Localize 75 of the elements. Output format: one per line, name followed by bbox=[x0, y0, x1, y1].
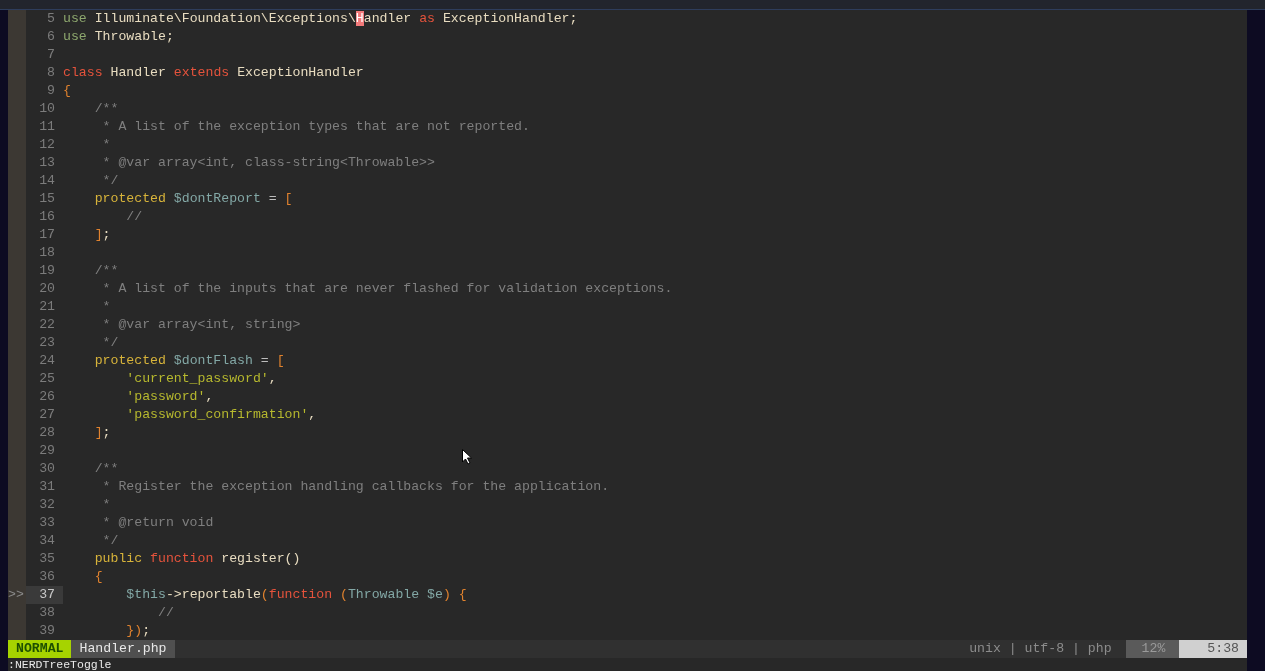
code-line: class Handler extends ExceptionHandler bbox=[63, 64, 364, 82]
line-number: 17 bbox=[38, 226, 55, 244]
code-line: }); bbox=[125, 622, 151, 640]
line-number: 26 bbox=[38, 388, 55, 406]
line-number: 11 bbox=[38, 118, 55, 136]
cursor-position: 5:38 bbox=[1179, 640, 1247, 658]
line-number: 18 bbox=[38, 244, 55, 262]
line-number: 15 bbox=[38, 190, 55, 208]
line-number: 22 bbox=[38, 316, 55, 334]
command-text: :NERDTreeToggle bbox=[8, 658, 112, 671]
code-line: protected $dontReport = [ bbox=[93, 190, 293, 208]
code-line: { bbox=[63, 82, 71, 100]
code-line: ]; bbox=[93, 424, 111, 442]
line-number: 27 bbox=[38, 406, 55, 424]
line-number: 30 bbox=[38, 460, 55, 478]
line-number: 38 bbox=[38, 604, 55, 622]
line-number: 37 bbox=[26, 586, 63, 604]
mouse-pointer-icon bbox=[462, 449, 472, 465]
code-line: * @var array<int, string> bbox=[101, 316, 301, 334]
line-number: 29 bbox=[38, 442, 55, 460]
code-line: /** bbox=[93, 100, 119, 118]
line-number: 35 bbox=[38, 550, 55, 568]
line-number: 13 bbox=[38, 154, 55, 172]
line-number: 12 bbox=[38, 136, 55, 154]
code-line: 'current_password', bbox=[125, 370, 277, 388]
code-line: // bbox=[125, 208, 143, 226]
line-number: 14 bbox=[38, 172, 55, 190]
code-line: */ bbox=[101, 172, 119, 190]
line-number: 39 bbox=[38, 622, 55, 640]
sign-marker: >> bbox=[8, 587, 24, 602]
code-line: */ bbox=[101, 334, 119, 352]
line-number: 34 bbox=[38, 532, 55, 550]
scroll-percent: 12% bbox=[1125, 640, 1180, 658]
code-line: * @return void bbox=[101, 514, 214, 532]
code-line: /** bbox=[93, 262, 119, 280]
code-line: ]; bbox=[93, 226, 111, 244]
line-number: 9 bbox=[46, 82, 55, 100]
line-number: 33 bbox=[38, 514, 55, 532]
mode-indicator: NORMAL bbox=[8, 640, 72, 658]
line-number: 32 bbox=[38, 496, 55, 514]
file-name: Handler.php bbox=[71, 640, 175, 658]
code-line: * bbox=[101, 136, 111, 154]
line-number: 20 bbox=[38, 280, 55, 298]
code-line: */ bbox=[101, 532, 119, 550]
line-number: 25 bbox=[38, 370, 55, 388]
code-line: * bbox=[101, 496, 111, 514]
line-number: 8 bbox=[46, 64, 55, 82]
line-number: 16 bbox=[38, 208, 55, 226]
code-line: /** bbox=[93, 460, 119, 478]
code-line: * @var array<int, class-string<Throwable>> bbox=[101, 154, 435, 172]
line-number: 24 bbox=[38, 352, 55, 370]
line-number: 7 bbox=[46, 46, 55, 64]
line-number: 6 bbox=[46, 28, 55, 46]
code-line: { bbox=[93, 568, 103, 586]
line-number: 23 bbox=[38, 334, 55, 352]
file-info: unix | utf-8 | php bbox=[968, 640, 1113, 658]
line-number: 31 bbox=[38, 478, 55, 496]
code-line: 'password', bbox=[125, 388, 214, 406]
code-line: public function register() bbox=[93, 550, 301, 568]
code-line: protected $dontFlash = [ bbox=[93, 352, 285, 370]
line-number: 36 bbox=[38, 568, 55, 586]
code-line: * Register the exception handling callbacks for the application. bbox=[101, 478, 610, 496]
code-line: // bbox=[156, 604, 174, 622]
line-number: 21 bbox=[38, 298, 55, 316]
code-line: 'password_confirmation', bbox=[125, 406, 317, 424]
code-line: use Throwable; bbox=[63, 28, 174, 46]
line-number: 5 bbox=[46, 10, 55, 28]
code-line: * bbox=[101, 298, 111, 316]
code-line: * A list of the inputs that are never flashed for validation exceptions. bbox=[101, 280, 673, 298]
line-number: 28 bbox=[38, 424, 55, 442]
line-number: 19 bbox=[38, 262, 55, 280]
line-number: 10 bbox=[38, 100, 55, 118]
code-line: $this->reportable(function (Throwable $e) { bbox=[125, 586, 467, 604]
code-line: use Illuminate\Foundation\Exceptions\Handler as ExceptionHandler; bbox=[63, 10, 578, 28]
code-line: * A list of the exception types that are not reported. bbox=[101, 118, 530, 136]
